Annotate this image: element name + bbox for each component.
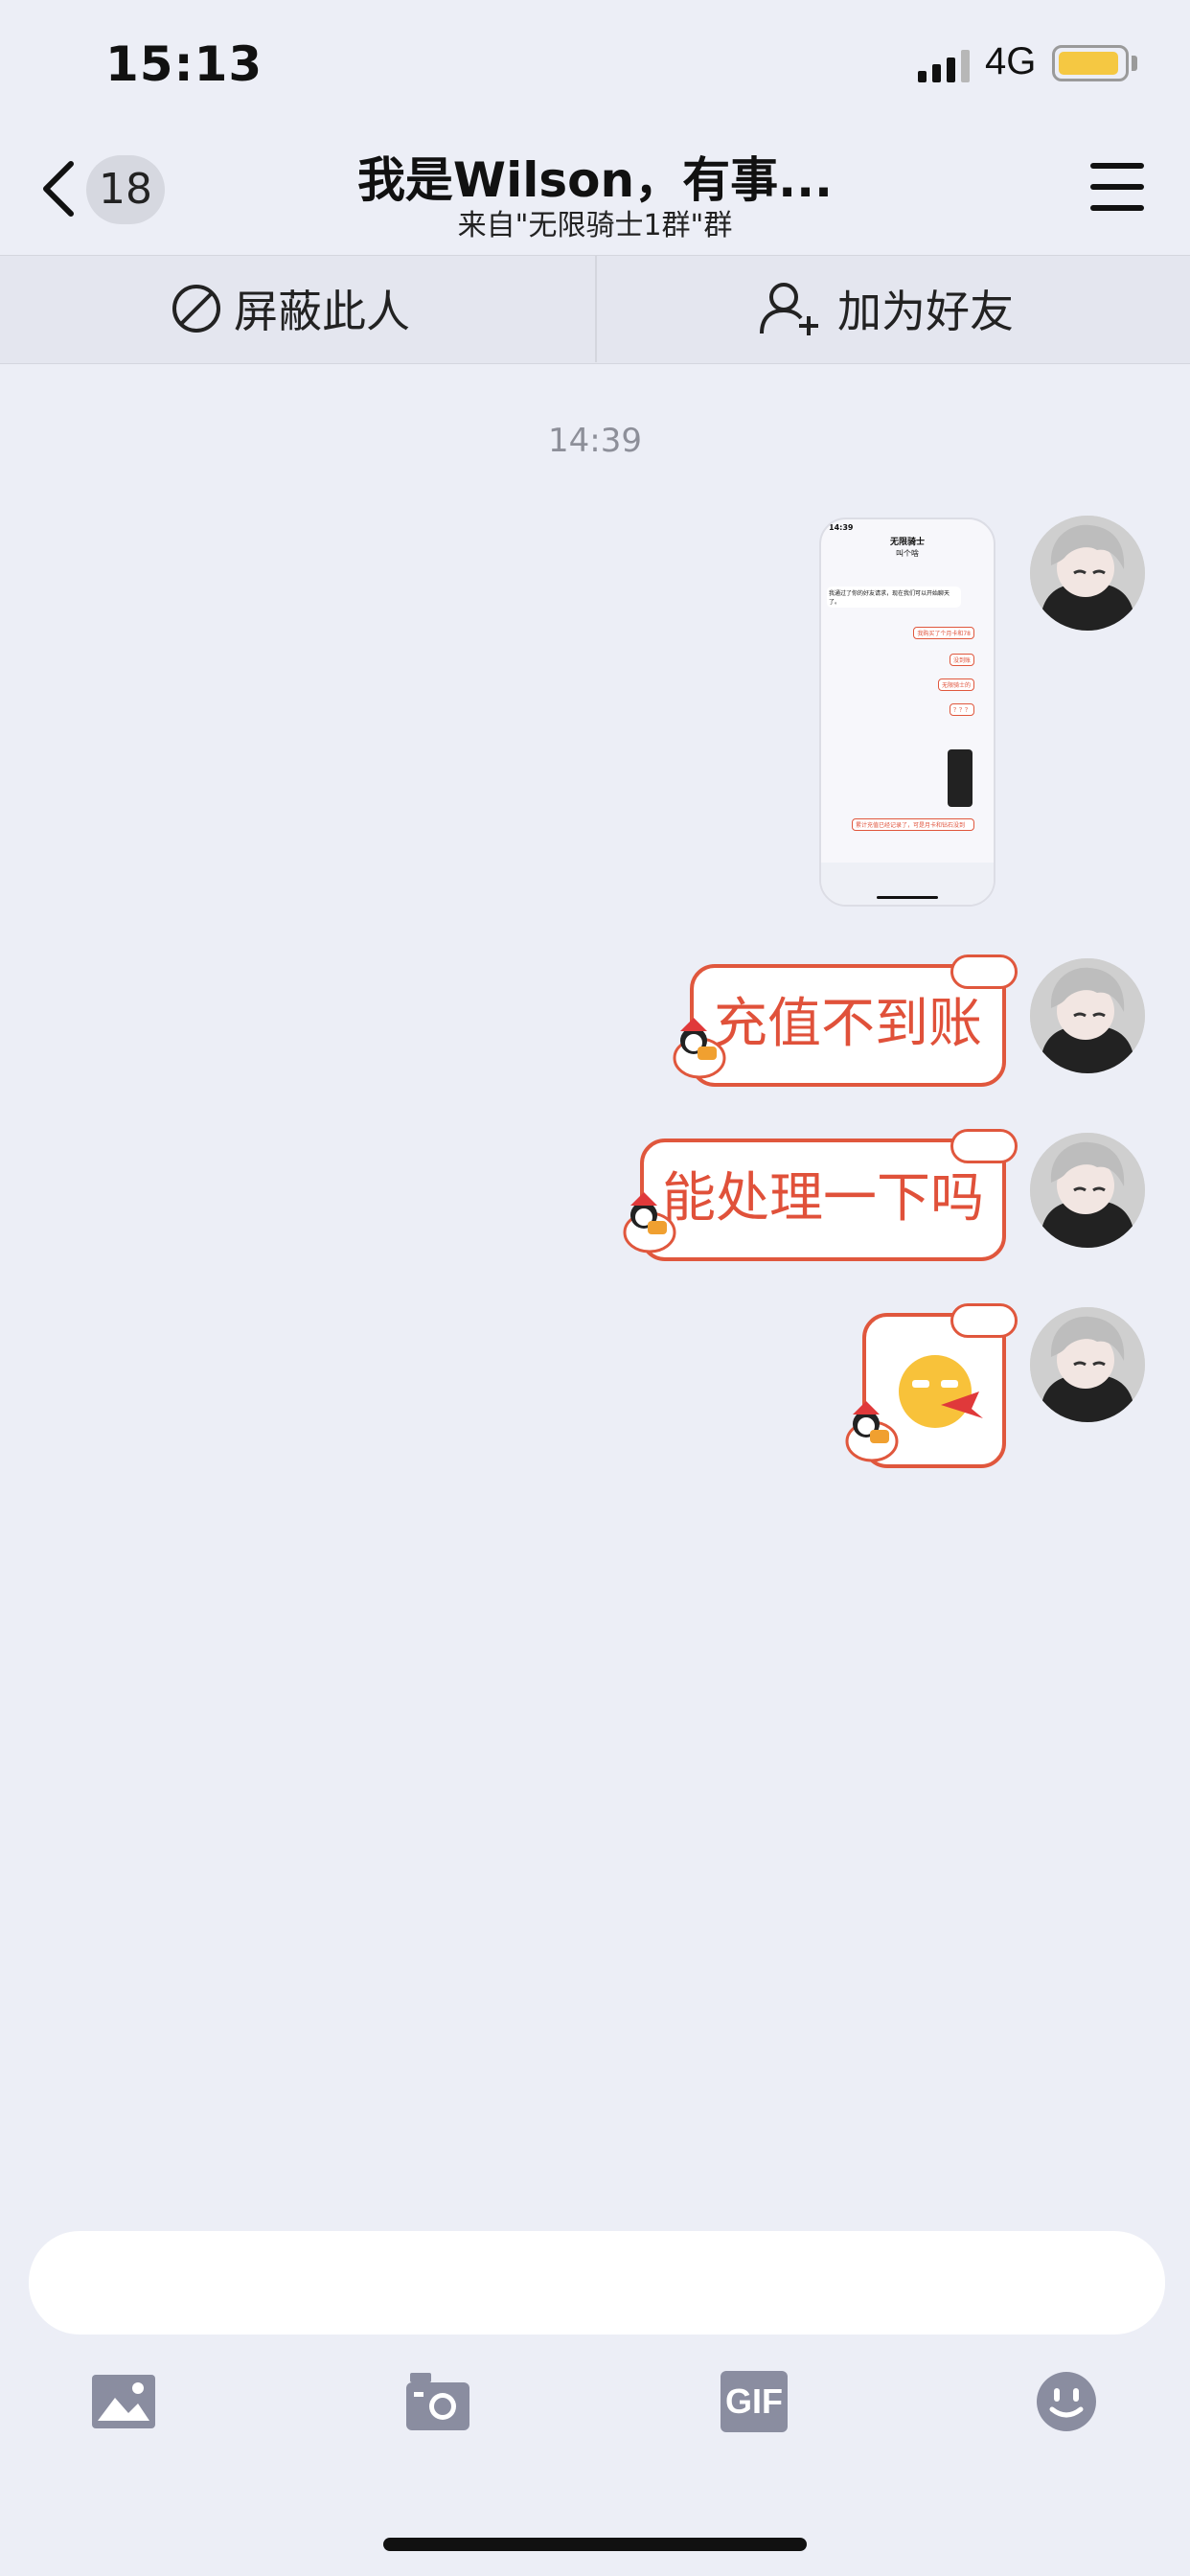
home-indicator[interactable]	[383, 2538, 807, 2551]
chat-timestamp: 14:39	[548, 422, 642, 460]
preview-line: 我通过了你的好友请求，现在我们可以开始聊天了。	[827, 586, 961, 608]
preview-line: 累计充值已经记录了，可是月卡和钻石没到	[852, 818, 974, 831]
avatar[interactable]	[1030, 516, 1145, 631]
preview-line: 无限骑士的	[937, 678, 974, 691]
penguin-mascot-icon	[845, 1401, 899, 1462]
signal-icon	[918, 50, 970, 82]
bubble-cloud-decoration	[950, 954, 1018, 989]
preview-home-indicator	[877, 896, 938, 899]
bubble-cloud-decoration	[950, 1303, 1018, 1338]
block-user-label: 屏蔽此人	[234, 286, 410, 337]
page-subtitle: 来自"无限骑士1群"群	[457, 209, 733, 242]
avatar[interactable]	[1030, 958, 1145, 1073]
preview-line: 没到账	[949, 654, 974, 666]
message-input[interactable]	[29, 2231, 1165, 2334]
menu-icon[interactable]	[1090, 163, 1144, 211]
bubble-cloud-decoration	[950, 1129, 1018, 1163]
preview-phone-image	[948, 749, 973, 807]
emoji-icon[interactable]	[1033, 2371, 1100, 2432]
avatar[interactable]	[1030, 1307, 1145, 1422]
network-type: 4G	[985, 40, 1037, 82]
preview-title: 无限骑士	[889, 538, 925, 547]
preview-time: 14:39	[829, 523, 854, 532]
block-icon	[172, 285, 220, 333]
preview-line: ？？？	[949, 703, 974, 716]
action-divider	[595, 255, 597, 362]
preview-line: 我购买了个月卡和78	[913, 627, 974, 639]
gif-icon[interactable]: GIF	[721, 2371, 788, 2432]
penguin-mascot-icon	[623, 1192, 676, 1254]
status-time: 15:13	[105, 36, 263, 92]
add-friend-button[interactable]: 加为好友	[759, 255, 1014, 362]
avatar[interactable]	[1030, 1133, 1145, 1248]
unread-count-badge[interactable]: 18	[86, 155, 165, 224]
text-message[interactable]: 能处理一下吗	[640, 1138, 1006, 1261]
penguin-mascot-icon	[673, 1018, 726, 1079]
add-friend-label: 加为好友	[837, 286, 1014, 337]
preview-subtitle: 叫个啥	[896, 549, 919, 558]
back-icon[interactable]	[38, 158, 80, 219]
image-message[interactable]: 14:39 无限骑士 叫个啥 我通过了你的好友请求，现在我们可以开始聊天了。 我…	[819, 518, 995, 907]
block-user-button[interactable]: 屏蔽此人	[171, 255, 410, 362]
battery-icon	[1052, 45, 1129, 81]
battery-tip	[1132, 56, 1137, 71]
image-icon[interactable]	[90, 2371, 157, 2432]
camera-icon[interactable]	[404, 2371, 471, 2432]
add-friend-icon	[760, 283, 818, 335]
